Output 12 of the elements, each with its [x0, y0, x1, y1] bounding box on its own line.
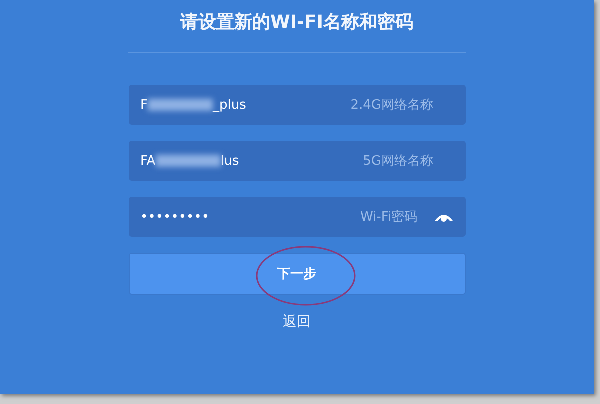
input-field[interactable]: FA lus 5G网络名称	[128, 141, 466, 181]
input-field[interactable]: F _plus 2.4G网络名称	[128, 85, 466, 125]
field-label: Wi-Fi密码	[360, 209, 418, 226]
next-button[interactable]: 下一步	[128, 253, 466, 295]
field-label: 5G网络名称	[363, 153, 434, 170]
field-value: FA lus	[140, 154, 240, 168]
back-link[interactable]: 返回	[283, 313, 311, 331]
password-field[interactable]: ••••••••• Wi-Fi密码	[128, 197, 466, 237]
page-title: 请设置新的WI-FI名称和密码	[180, 11, 414, 35]
field-value: •••••••••	[140, 210, 210, 224]
field-label: 2.4G网络名称	[350, 97, 434, 114]
field-value: F _plus	[140, 98, 246, 112]
